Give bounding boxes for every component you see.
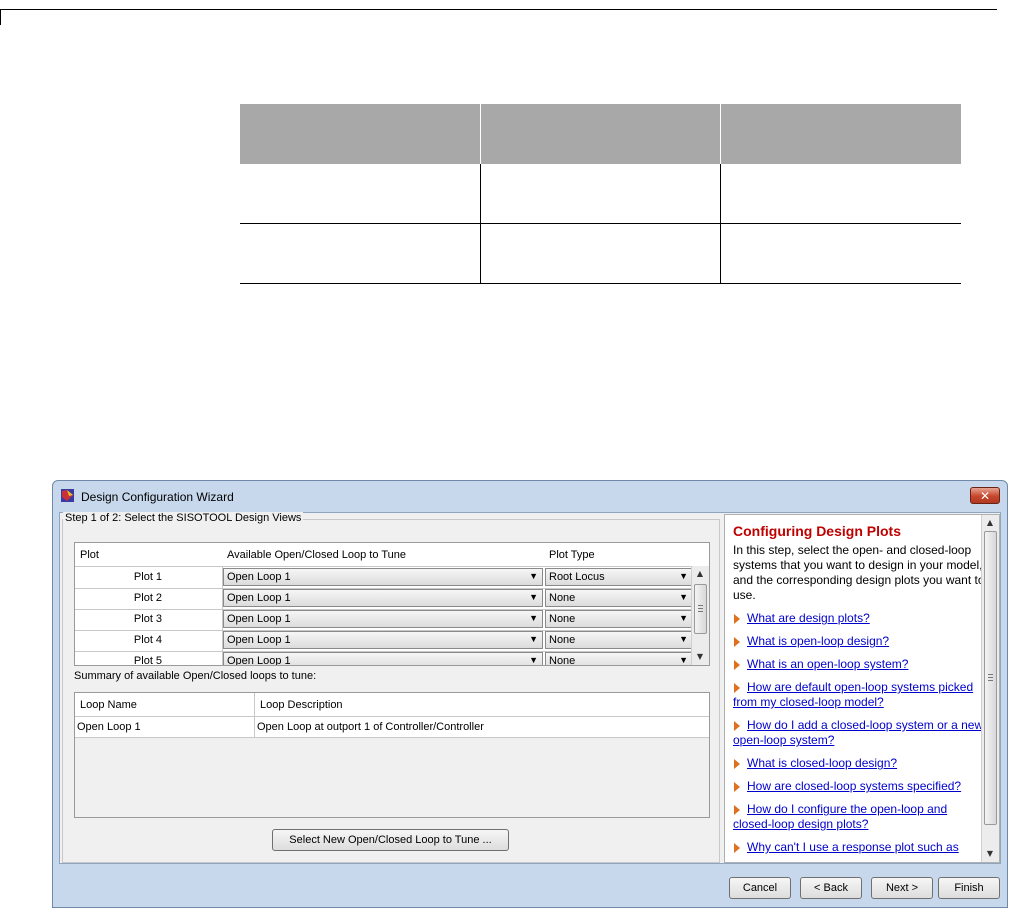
plot-type-select[interactable]: None ▼: [545, 589, 693, 607]
help-link[interactable]: What is open-loop design?: [733, 634, 985, 649]
scroll-down-icon[interactable]: ▼: [692, 649, 708, 665]
plot-name: Plot 4: [133, 634, 163, 646]
loop-select[interactable]: Open Loop 1 ▼: [223, 631, 543, 649]
help-link[interactable]: How are closed-loop systems specified?: [733, 779, 985, 794]
dialog-title: Design Configuration Wizard: [81, 490, 234, 504]
dropdown-arrow-icon: ▼: [529, 655, 538, 665]
doc-table-row: [240, 223, 961, 284]
table-row[interactable]: Open Loop 1 Open Loop at outport 1 of Co…: [75, 717, 709, 738]
help-link[interactable]: How are default open-loop systems picked…: [733, 680, 985, 710]
plot-name: Plot 2: [133, 592, 163, 604]
dropdown-arrow-icon: ▼: [679, 571, 688, 581]
header-loop: Available Open/Closed Loop to Tune: [227, 549, 406, 561]
step-group: Step 1 of 2: Select the SISOTOOL Design …: [62, 512, 720, 863]
loop-description-cell: Open Loop at outport 1 of Controller/Con…: [257, 721, 484, 733]
bullet-arrow-icon: [734, 660, 740, 670]
dropdown-arrow-icon: ▼: [529, 634, 538, 644]
plot-row: Plot 3 Open Loop 1 ▼ None ▼: [75, 609, 693, 631]
help-links: What are design plots? What is open-loop…: [733, 611, 985, 862]
help-title: Configuring Design Plots: [733, 523, 901, 539]
bullet-arrow-icon: [734, 843, 740, 853]
page-top-rule: [0, 9, 997, 10]
plot-row: Plot 4 Open Loop 1 ▼ None ▼: [75, 630, 693, 652]
plot-type-select[interactable]: Root Locus ▼: [545, 568, 693, 586]
header-plot: Plot: [80, 549, 99, 561]
bullet-arrow-icon: [734, 805, 740, 815]
plot-type-select[interactable]: None ▼: [545, 652, 693, 665]
next-button[interactable]: Next >: [871, 877, 933, 899]
loop-select[interactable]: Open Loop 1 ▼: [223, 589, 543, 607]
help-link[interactable]: What are design plots?: [733, 611, 985, 626]
help-link[interactable]: Why can't I use a response plot such as: [733, 840, 985, 855]
help-panel: Configuring Design Plots In this step, s…: [724, 514, 1000, 863]
loop-summary-table: Loop Name Loop Description Open Loop 1 O…: [74, 692, 710, 818]
step-caption: Step 1 of 2: Select the SISOTOOL Design …: [63, 512, 304, 524]
scroll-down-icon[interactable]: ▼: [982, 846, 998, 862]
cancel-button[interactable]: Cancel: [729, 877, 791, 899]
plot-type-select[interactable]: None ▼: [545, 610, 693, 628]
plot-name: Plot 3: [133, 613, 163, 625]
dropdown-arrow-icon: ▼: [529, 592, 538, 602]
doc-table-row: [240, 164, 961, 224]
plot-name: Plot 1: [133, 571, 163, 583]
bullet-arrow-icon: [734, 721, 740, 731]
plot-row: Plot 5 Open Loop 1 ▼ None ▼: [75, 651, 693, 666]
dropdown-arrow-icon: ▼: [679, 655, 688, 665]
doc-table: [240, 104, 961, 284]
scroll-thumb[interactable]: [984, 531, 997, 825]
select-new-loop-button[interactable]: Select New Open/Closed Loop to Tune ...: [272, 829, 509, 851]
help-body: In this step, select the open- and close…: [733, 543, 985, 602]
scroll-up-icon[interactable]: ▲: [982, 515, 998, 531]
close-button[interactable]: ✕: [970, 487, 1000, 504]
loop-summary-header: Loop Name Loop Description: [75, 693, 709, 717]
back-button[interactable]: < Back: [800, 877, 862, 899]
help-scrollbar[interactable]: ▲ ▼: [981, 515, 999, 862]
doc-table-header: [240, 104, 961, 164]
plot-row: Plot 2 Open Loop 1 ▼ None ▼: [75, 588, 693, 610]
summary-label: Summary of available Open/Closed loops t…: [74, 670, 317, 682]
page-corner-rule: [0, 9, 1, 25]
help-link[interactable]: What is an open-loop system?: [733, 657, 985, 672]
title-bar: Design Configuration Wizard ✕: [53, 481, 1007, 512]
bullet-arrow-icon: [734, 782, 740, 792]
header-loop-name: Loop Name: [80, 699, 137, 711]
plot-table-header: Plot Available Open/Closed Loop to Tune …: [75, 543, 692, 567]
loop-select[interactable]: Open Loop 1 ▼: [223, 652, 543, 665]
dialog-client-area: Step 1 of 2: Select the SISOTOOL Design …: [59, 512, 1001, 864]
finish-button[interactable]: Finish: [938, 877, 1000, 899]
help-link[interactable]: How do I add a closed-loop system or a n…: [733, 718, 985, 748]
header-loop-description: Loop Description: [260, 699, 343, 711]
bullet-arrow-icon: [734, 759, 740, 769]
loop-select[interactable]: Open Loop 1 ▼: [223, 568, 543, 586]
dropdown-arrow-icon: ▼: [529, 613, 538, 623]
plot-table-scrollbar[interactable]: ▲ ▼: [691, 566, 709, 665]
dropdown-arrow-icon: ▼: [679, 634, 688, 644]
loop-select[interactable]: Open Loop 1 ▼: [223, 610, 543, 628]
dropdown-arrow-icon: ▼: [679, 613, 688, 623]
plot-type-select[interactable]: None ▼: [545, 631, 693, 649]
bullet-arrow-icon: [734, 683, 740, 693]
loop-name-cell: Open Loop 1: [77, 721, 141, 733]
plot-table: Plot Available Open/Closed Loop to Tune …: [74, 542, 710, 666]
plot-row: Plot 1 Open Loop 1 ▼ Root Locus ▼: [75, 567, 693, 589]
matlab-app-icon: [61, 489, 74, 502]
header-plot-type: Plot Type: [549, 549, 595, 561]
scroll-up-icon[interactable]: ▲: [692, 566, 708, 582]
dropdown-arrow-icon: ▼: [679, 592, 688, 602]
help-link[interactable]: What is closed-loop design?: [733, 756, 985, 771]
design-configuration-wizard-dialog: Design Configuration Wizard ✕ Step 1 of …: [52, 480, 1008, 908]
bullet-arrow-icon: [734, 637, 740, 647]
plot-name: Plot 5: [133, 655, 163, 666]
scroll-thumb[interactable]: [694, 584, 707, 634]
dropdown-arrow-icon: ▼: [529, 571, 538, 581]
help-link[interactable]: How do I configure the open-loop and clo…: [733, 802, 985, 832]
bullet-arrow-icon: [734, 614, 740, 624]
